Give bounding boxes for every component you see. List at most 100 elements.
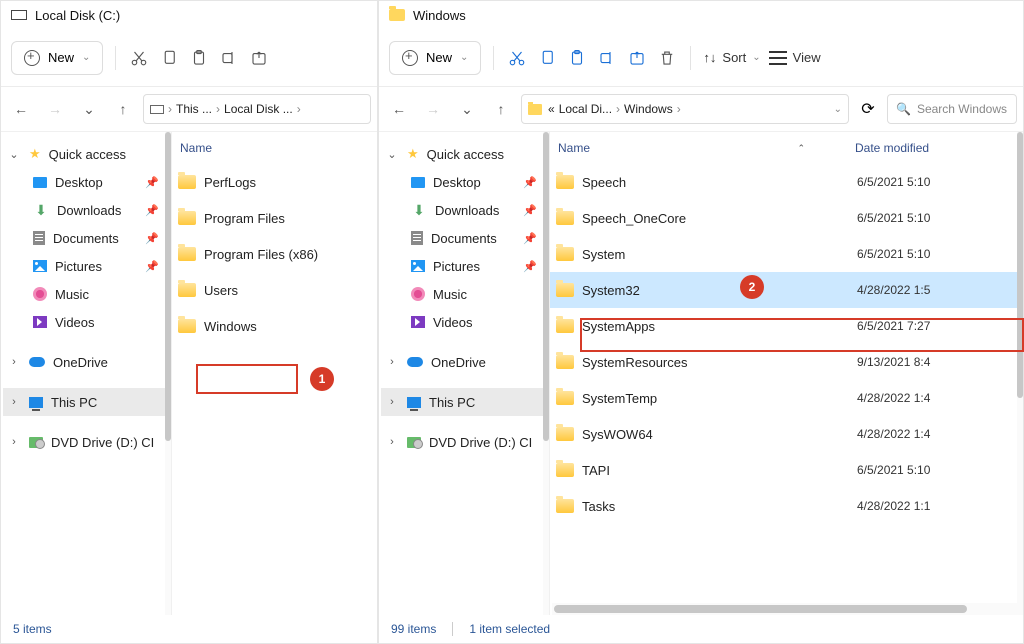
- file-name: Program Files (x86): [204, 247, 318, 262]
- file-date: 6/5/2021 5:10: [857, 211, 1017, 225]
- file-row[interactable]: Speech_OneCore6/5/2021 5:10: [550, 200, 1023, 236]
- column-date[interactable]: Date modified: [855, 141, 1015, 155]
- view-button[interactable]: View: [769, 50, 821, 65]
- item-count: 5 items: [13, 622, 52, 636]
- folder-icon: [528, 104, 542, 115]
- file-row[interactable]: System6/5/2021 5:10: [550, 236, 1023, 272]
- sidebar-item-downloads[interactable]: ⬇Downloads📌: [381, 196, 547, 224]
- up-button[interactable]: ↑: [109, 95, 137, 123]
- file-date: 6/5/2021 5:10: [857, 247, 1017, 261]
- sidebar-item-downloads[interactable]: ⬇Downloads📌: [3, 196, 169, 224]
- rename-icon[interactable]: [218, 47, 240, 69]
- file-row[interactable]: TAPI 6/5/2021 5:10: [550, 452, 1023, 488]
- file-name: TAPI: [582, 463, 610, 478]
- vertical-scrollbar[interactable]: [1017, 132, 1023, 615]
- file-name: PerfLogs: [204, 175, 256, 190]
- column-headers[interactable]: Name ⌃ Date modified: [550, 132, 1023, 164]
- folder-icon: [389, 9, 405, 21]
- recent-dropdown[interactable]: ⌄: [453, 95, 481, 123]
- sort-button[interactable]: ↑↓Sort⌄: [703, 50, 760, 65]
- column-headers[interactable]: Name: [172, 132, 377, 164]
- file-date: 4/28/2022 1:5: [857, 283, 1017, 297]
- address-bar[interactable]: « Local Di... › Windows › ⌄: [521, 94, 849, 124]
- file-row[interactable]: Windows: [172, 308, 377, 344]
- file-row[interactable]: SystemResources9/13/2021 8:4: [550, 344, 1023, 380]
- file-pane: Name PerfLogs Program Files Program Files …: [171, 132, 377, 615]
- file-name: Windows: [204, 319, 257, 334]
- file-date: 6/5/2021 5:10: [857, 463, 1017, 477]
- title-bar[interactable]: Local Disk (C:): [1, 1, 377, 29]
- address-bar[interactable]: › This ... › Local Disk ... ›: [143, 94, 371, 124]
- window-title: Windows: [413, 8, 466, 23]
- sort-indicator-icon: ⌃: [797, 143, 805, 154]
- copy-icon[interactable]: [158, 47, 180, 69]
- forward-button[interactable]: →: [41, 95, 69, 123]
- sidebar-onedrive[interactable]: ›OneDrive: [3, 348, 169, 376]
- back-button[interactable]: ←: [385, 95, 413, 123]
- up-button[interactable]: ↑: [487, 95, 515, 123]
- file-row[interactable]: System32 4/28/2022 1:5: [550, 272, 1023, 308]
- sidebar-item-documents[interactable]: Documents📌: [381, 224, 547, 252]
- sidebar-item-pictures[interactable]: Pictures📌: [3, 252, 169, 280]
- new-button[interactable]: New ⌄: [11, 41, 103, 75]
- file-row[interactable]: SystemApps6/5/2021 7:27: [550, 308, 1023, 344]
- file-name: Program Files: [204, 211, 285, 226]
- sidebar-quick-access[interactable]: ⌄★Quick access: [3, 140, 169, 168]
- file-row[interactable]: Program Files (x86): [172, 236, 377, 272]
- file-row[interactable]: Program Files: [172, 200, 377, 236]
- folder-icon: [178, 319, 196, 333]
- file-row[interactable]: Tasks4/28/2022 1:1: [550, 488, 1023, 524]
- chevron-down-icon: ⌄: [460, 52, 468, 63]
- file-name: SysWOW64: [582, 427, 653, 442]
- title-bar[interactable]: Windows: [379, 1, 1023, 29]
- file-row[interactable]: Speech6/5/2021 5:10: [550, 164, 1023, 200]
- rename-icon[interactable]: [596, 47, 618, 69]
- sidebar-item-pictures[interactable]: Pictures📌: [381, 252, 547, 280]
- item-count: 99 items: [391, 622, 436, 636]
- file-name: System32: [582, 283, 640, 298]
- annotation-badge-2: 2: [740, 275, 764, 299]
- sidebar-item-music[interactable]: Music: [381, 280, 547, 308]
- cut-icon[interactable]: [506, 47, 528, 69]
- explorer-window-left: Local Disk (C:) New ⌄ ← → ⌄ ↑ › This ...…: [0, 0, 378, 644]
- horizontal-scrollbar[interactable]: [552, 603, 1021, 615]
- sidebar-quick-access[interactable]: ⌄★Quick access: [381, 140, 547, 168]
- share-icon[interactable]: [626, 47, 648, 69]
- sidebar-this-pc[interactable]: ›This PC: [3, 388, 169, 416]
- refresh-button[interactable]: ⟳: [855, 96, 881, 122]
- sidebar-item-music[interactable]: Music: [3, 280, 169, 308]
- share-icon[interactable]: [248, 47, 270, 69]
- recent-dropdown[interactable]: ⌄: [75, 95, 103, 123]
- file-date: 4/28/2022 1:4: [857, 427, 1017, 441]
- paste-icon[interactable]: [566, 47, 588, 69]
- folder-icon: [556, 319, 574, 333]
- cut-icon[interactable]: [128, 47, 150, 69]
- sidebar-item-videos[interactable]: Videos: [3, 308, 169, 336]
- file-date: 4/28/2022 1:1: [857, 499, 1017, 513]
- file-date: 6/5/2021 7:27: [857, 319, 1017, 333]
- file-row[interactable]: SystemTemp4/28/2022 1:4: [550, 380, 1023, 416]
- column-name[interactable]: Name: [180, 141, 369, 155]
- sidebar-dvd[interactable]: ›DVD Drive (D:) CI: [3, 428, 169, 456]
- forward-button[interactable]: →: [419, 95, 447, 123]
- new-button[interactable]: New ⌄: [389, 41, 481, 75]
- paste-icon[interactable]: [188, 47, 210, 69]
- sidebar-dvd[interactable]: ›DVD Drive (D:) CI: [381, 428, 547, 456]
- file-row[interactable]: SysWOW64 4/28/2022 1:4: [550, 416, 1023, 452]
- back-button[interactable]: ←: [7, 95, 35, 123]
- file-row[interactable]: PerfLogs: [172, 164, 377, 200]
- search-input[interactable]: 🔍 Search Windows: [887, 94, 1017, 124]
- file-row[interactable]: Users: [172, 272, 377, 308]
- sidebar-item-videos[interactable]: Videos: [381, 308, 547, 336]
- sidebar-item-desktop[interactable]: Desktop📌: [381, 168, 547, 196]
- sidebar-this-pc[interactable]: ›This PC: [381, 388, 547, 416]
- folder-icon: [556, 175, 574, 189]
- sidebar-item-documents[interactable]: Documents📌: [3, 224, 169, 252]
- explorer-window-right: Windows New ⌄ ↑↓Sort⌄ View ← → ⌄ ↑ « Loc…: [378, 0, 1024, 644]
- copy-icon[interactable]: [536, 47, 558, 69]
- sidebar-onedrive[interactable]: ›OneDrive: [381, 348, 547, 376]
- sidebar-item-desktop[interactable]: Desktop📌: [3, 168, 169, 196]
- column-name[interactable]: Name: [558, 141, 797, 155]
- delete-icon[interactable]: [656, 47, 678, 69]
- status-bar: 5 items: [1, 615, 377, 643]
